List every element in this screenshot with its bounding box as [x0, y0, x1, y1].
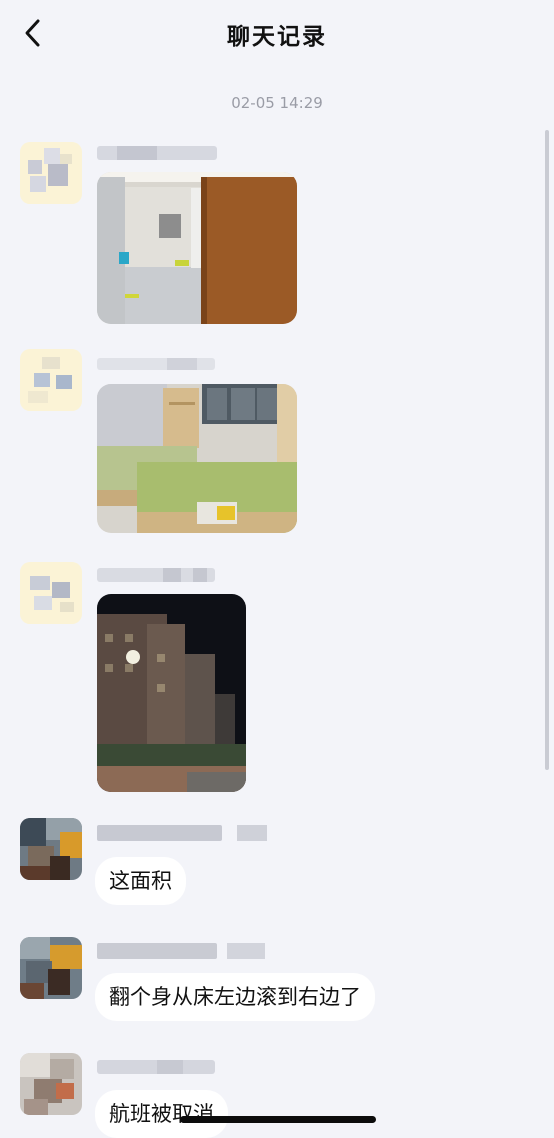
avatar[interactable] [20, 937, 82, 999]
sender-name-blurred [97, 1056, 227, 1078]
sender-name-blurred [97, 563, 227, 585]
message-timestamp: 02-05 14:29 [231, 94, 323, 112]
avatar[interactable] [20, 562, 82, 624]
sender-name-blurred [97, 940, 272, 962]
sender-name-blurred [97, 352, 227, 374]
sender-name-blurred [97, 822, 272, 844]
text-message-bubble[interactable]: 翻个身从床左边滚到右边了 [95, 973, 375, 1021]
page-title: 聊天记录 [227, 24, 327, 50]
image-message[interactable] [97, 594, 246, 792]
image-message[interactable] [97, 172, 297, 324]
avatar[interactable] [20, 1053, 82, 1115]
image-message[interactable] [97, 384, 297, 533]
avatar[interactable] [20, 349, 82, 411]
avatar[interactable] [20, 142, 82, 204]
text-message-bubble[interactable]: 航班被取消 [95, 1090, 228, 1138]
sender-name-blurred [97, 142, 227, 164]
scrollbar[interactable] [545, 130, 549, 770]
home-indicator[interactable] [180, 1116, 376, 1123]
text-message-bubble[interactable]: 这面积 [95, 857, 186, 905]
top-bar: 聊天记录 [0, 0, 554, 70]
avatar[interactable] [20, 818, 82, 880]
